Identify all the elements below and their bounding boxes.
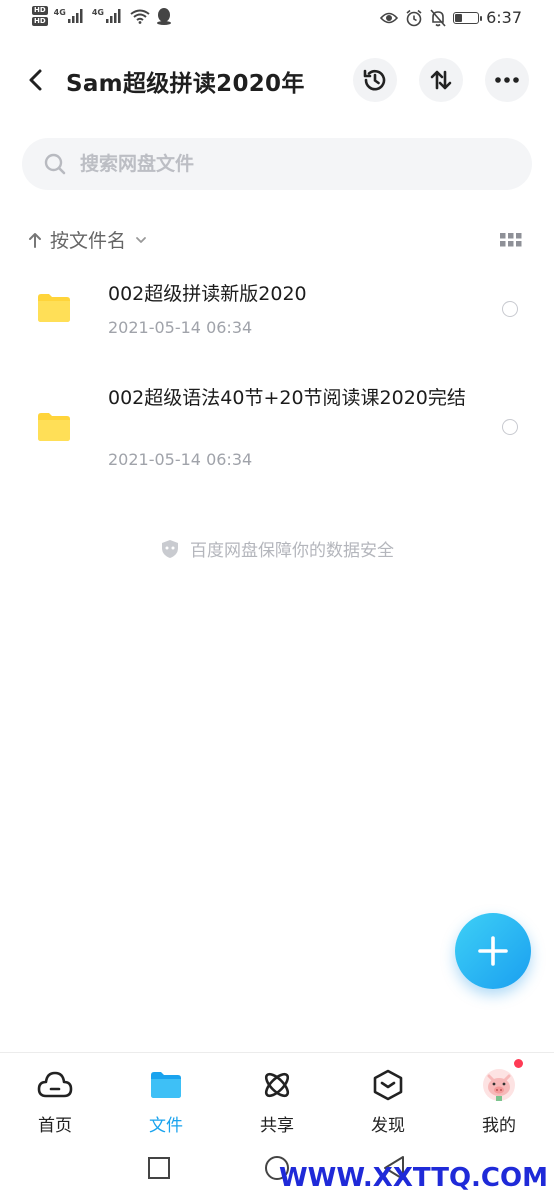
folder-icon [38, 294, 70, 322]
nav-label: 文件 [149, 1116, 183, 1136]
share-icon [259, 1067, 295, 1103]
clock: 6:37 [486, 8, 522, 27]
search-icon [44, 153, 66, 175]
folder-icon [148, 1067, 184, 1103]
eye-icon [380, 12, 399, 23]
nav-label: 我的 [482, 1116, 516, 1136]
sim-indicator: HD HD [32, 6, 48, 26]
transfer-button[interactable] [419, 58, 463, 102]
select-radio[interactable] [502, 419, 518, 435]
shield-icon [162, 539, 178, 558]
signal-icon [105, 9, 121, 23]
cloud-icon [37, 1067, 73, 1103]
list-item[interactable]: 002超级拼读新版2020 2021-05-14 06:34 [0, 262, 554, 362]
arrow-up-icon [29, 232, 41, 248]
add-button[interactable] [455, 913, 531, 989]
search-bar[interactable] [22, 138, 532, 190]
page-title: Sam超级拼读2020年 [66, 71, 305, 97]
battery-icon [453, 11, 483, 24]
chevron-left-icon [29, 69, 42, 91]
nav-discover[interactable]: 发现 [338, 1067, 438, 1136]
file-date: 2021-05-14 06:34 [108, 318, 253, 337]
bell-off-icon [430, 8, 446, 27]
notification-badge [514, 1059, 523, 1068]
nav-label: 首页 [38, 1116, 72, 1136]
more-button[interactable] [485, 58, 529, 102]
grid-view-icon[interactable] [500, 233, 522, 247]
nav-home[interactable]: 首页 [5, 1067, 105, 1136]
folder-icon [38, 413, 70, 441]
search-input[interactable] [80, 148, 500, 180]
transfer-icon [430, 70, 452, 90]
nav-mine[interactable]: 我的 [449, 1059, 549, 1136]
nav-files[interactable]: 文件 [116, 1067, 216, 1136]
sim1-label: HD [32, 6, 48, 15]
list-item[interactable]: 002超级语法40节+20节阅读课2020完结 2021-05-14 06:34 [0, 370, 554, 484]
file-date: 2021-05-14 06:34 [108, 450, 253, 469]
recents-icon[interactable] [147, 1156, 171, 1180]
signal-icon [67, 9, 83, 23]
network-type-2: 4G [91, 7, 104, 17]
more-icon [495, 77, 519, 83]
wifi-icon [130, 9, 150, 24]
security-note: 百度网盘保障你的数据安全 [0, 536, 554, 561]
sim2-label: HD [32, 17, 48, 26]
nav-label: 发现 [371, 1116, 405, 1136]
status-left: HD HD 4G 4G [32, 6, 172, 26]
back-button[interactable] [22, 62, 52, 98]
file-name: 002超级语法40节+20节阅读课2020完结 [108, 387, 466, 409]
file-name: 002超级拼读新版2020 [108, 283, 307, 305]
alarm-icon [406, 9, 422, 26]
security-note-text: 百度网盘保障你的数据安全 [190, 541, 394, 561]
watermark: WWW.XXTTQ.COM [279, 1163, 548, 1193]
avatar-icon [481, 1059, 523, 1103]
history-icon [363, 69, 386, 91]
discover-icon [370, 1067, 406, 1103]
network-type-1: 4G [53, 7, 66, 17]
chevron-down-icon [136, 236, 146, 243]
nav-label: 共享 [260, 1116, 294, 1136]
select-radio[interactable] [502, 301, 518, 317]
sort-selector[interactable]: 按文件名 [28, 226, 148, 253]
history-button[interactable] [353, 58, 397, 102]
status-right: 6:37 [380, 8, 522, 27]
qq-icon [156, 8, 171, 25]
nav-share[interactable]: 共享 [227, 1067, 327, 1136]
plus-icon [478, 936, 508, 966]
sort-label: 按文件名 [50, 230, 127, 252]
status-bar: HD HD 4G 4G 6:37 [0, 0, 554, 38]
bottom-nav: 首页 文件 共享 发现 我的 [0, 1052, 554, 1149]
